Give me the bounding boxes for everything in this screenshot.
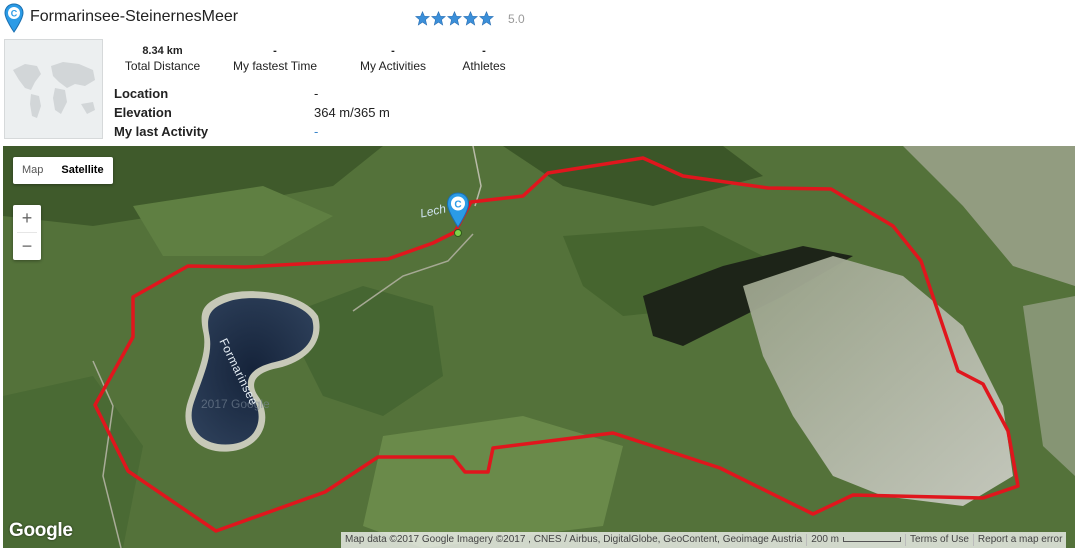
location-value: - [314, 86, 319, 101]
stat-athletes: - Athletes [448, 44, 520, 74]
rating-value: 5.0 [508, 12, 525, 26]
stat-value: - [391, 45, 395, 57]
star-icon[interactable] [447, 11, 462, 26]
stat-value: 8.34 km [142, 45, 183, 57]
zoom-out-button[interactable]: − [13, 233, 41, 260]
star-icon[interactable] [463, 11, 478, 26]
start-point-marker [454, 229, 462, 237]
elevation-value: 364 m/365 m [314, 105, 390, 120]
zoom-control: + − [13, 205, 41, 260]
stat-label: Total Distance [124, 59, 201, 73]
pin-letter: C [11, 9, 18, 19]
google-logo[interactable]: Google [9, 520, 73, 542]
location-pin-icon: C [4, 3, 24, 33]
terms-link[interactable]: Terms of Use [906, 532, 973, 548]
world-map-icon [13, 62, 95, 118]
stat-total-distance: 8.34 km Total Distance [115, 44, 210, 74]
last-activity-label: My last Activity [114, 124, 209, 139]
satellite-terrain: 2017 Google [3, 146, 1075, 548]
rating-stars[interactable] [415, 11, 494, 26]
start-pin-icon[interactable]: C [446, 192, 470, 228]
segment-header: C Formarinsee-SteinernesMeer 5.0 8.34 km… [0, 0, 1078, 145]
map-type-control: Map Satellite [13, 157, 113, 184]
world-map-thumbnail [4, 39, 103, 139]
pin-letter: C [454, 200, 461, 211]
location-label: Location [114, 86, 169, 101]
zoom-in-button[interactable]: + [13, 205, 41, 232]
map-type-map-button[interactable]: Map [13, 157, 52, 184]
stat-label: My Activities [359, 59, 426, 73]
report-map-error-link[interactable]: Report a map error [974, 532, 1066, 548]
stat-value: - [482, 45, 486, 57]
page-title: Formarinsee-SteinernesMeer [30, 8, 239, 25]
stat-label: Athletes [462, 59, 506, 73]
attribution-text: Map data ©2017 Google Imagery ©2017 , CN… [345, 534, 803, 545]
stat-label: My fastest Time [232, 59, 318, 73]
stat-fastest-time: - My fastest Time [225, 44, 325, 74]
star-icon[interactable] [415, 11, 430, 26]
star-icon[interactable] [431, 11, 446, 26]
scale-control[interactable]: 200 m [807, 532, 905, 548]
map-attribution-bar: Map data ©2017 Google Imagery ©2017 , CN… [341, 532, 1067, 548]
stat-my-activities: - My Activities [348, 44, 438, 74]
satellite-map[interactable]: 2017 Google Formarinsee Lech C Map Satel… [3, 146, 1075, 548]
map-type-satellite-button[interactable]: Satellite [52, 157, 112, 184]
stat-value: - [273, 45, 277, 57]
last-activity-link[interactable]: - [314, 124, 318, 139]
elevation-label: Elevation [114, 105, 172, 120]
scale-bar [843, 536, 902, 542]
star-icon[interactable] [479, 11, 494, 26]
scale-label: 200 m [811, 534, 840, 545]
